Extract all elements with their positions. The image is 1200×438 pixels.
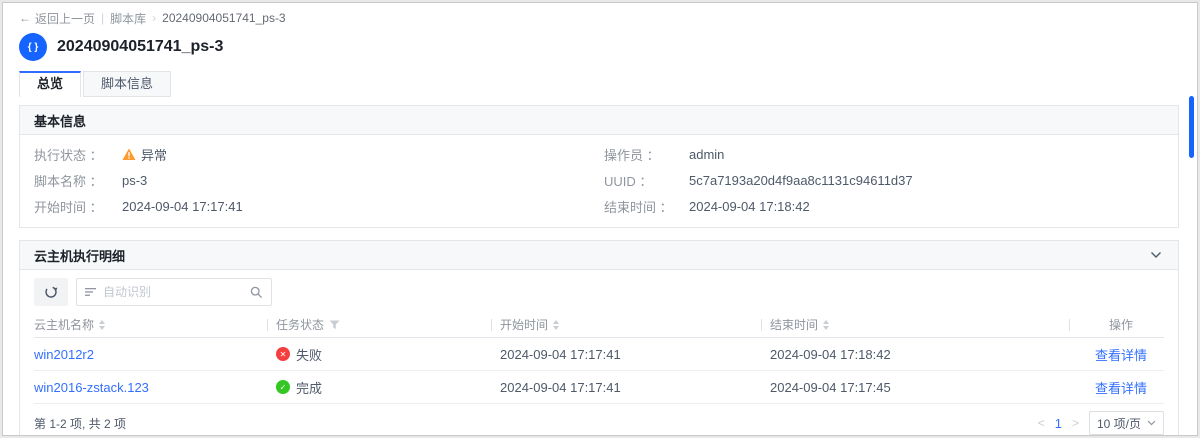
field-uuid: UUID ： 5c7a7193a20d4f9aa8c1131c94611d37 <box>604 167 1164 193</box>
vm-table: 云主机名称 任务状态 开始时间 结束时间 <box>20 312 1178 404</box>
breadcrumb: ← 返回上一页 | 脚本库 › 20240904051741_ps-3 <box>19 9 1179 27</box>
script-name-link[interactable]: ps-3 <box>122 173 147 188</box>
page-size-select[interactable]: 10 项/页 <box>1089 411 1164 435</box>
vm-exec-detail-header: 云主机执行明细 <box>20 241 1178 270</box>
sort-icon[interactable] <box>553 320 559 330</box>
view-details-link[interactable]: 查看详情 <box>1095 381 1147 396</box>
field-end-time: 结束时间 ： 2024-09-04 17:18:42 <box>604 193 1164 219</box>
column-label: 结束时间 <box>770 316 818 333</box>
field-label: 结束时间 ： <box>604 197 689 216</box>
table-header-row: 云主机名称 任务状态 开始时间 结束时间 <box>34 312 1164 338</box>
back-arrow-icon: ← <box>19 11 31 25</box>
column-divider <box>267 319 268 331</box>
back-label: 返回上一页 <box>35 10 95 27</box>
next-page-icon[interactable]: > <box>1072 416 1079 430</box>
prev-page-icon[interactable]: < <box>1038 416 1045 430</box>
search-box <box>76 278 272 306</box>
uuid-value: 5c7a7193a20d4f9aa8c1131c94611d37 <box>689 173 913 188</box>
sort-icon[interactable] <box>823 320 829 330</box>
tab-script-info[interactable]: 脚本信息 <box>83 71 171 97</box>
vm-exec-detail-card: 云主机执行明细 <box>19 240 1179 436</box>
collapse-chevron-down-icon[interactable] <box>1150 251 1162 259</box>
filter-funnel-icon[interactable] <box>329 320 340 330</box>
warning-icon <box>122 148 136 161</box>
field-label: 脚本名称 ： <box>34 171 122 190</box>
basic-info-title: 基本信息 <box>34 111 86 130</box>
vertical-scrollbar-thumb[interactable] <box>1189 96 1194 158</box>
status-badge: ✓ 完成 <box>276 378 500 397</box>
search-input[interactable] <box>103 285 244 299</box>
field-operator: 操作员 ： admin <box>604 141 1164 167</box>
column-label: 开始时间 <box>500 316 548 333</box>
title-row: { } 20240904051741_ps-3 <box>19 32 1179 62</box>
column-header-task-status[interactable]: 任务状态 <box>276 316 500 333</box>
back-button[interactable]: ← 返回上一页 <box>19 10 95 27</box>
column-label: 操作 <box>1109 316 1133 333</box>
table-footer: 第 1-2 项, 共 2 项 < 1 > 10 项/页 <box>20 404 1178 436</box>
tab-overview[interactable]: 总览 <box>19 71 81 97</box>
column-header-end-time[interactable]: 结束时间 <box>770 316 1078 333</box>
refresh-icon <box>44 285 58 299</box>
chevron-down-icon <box>1147 420 1156 426</box>
basic-info-left-column: 执行状态 ： 异常 脚本名称 ： ps-3 开始时间 ： <box>34 141 604 219</box>
pagination: < 1 > 10 项/页 <box>1038 411 1164 435</box>
current-page-number[interactable]: 1 <box>1055 416 1062 431</box>
column-label: 云主机名称 <box>34 316 94 333</box>
basic-info-body: 执行状态 ： 异常 脚本名称 ： ps-3 开始时间 ： <box>20 135 1178 227</box>
status-text: 完成 <box>296 378 322 397</box>
end-time-value: 2024-09-04 17:18:42 <box>689 199 810 214</box>
row-end-time: 2024-09-04 17:18:42 <box>770 347 1078 362</box>
sort-icon[interactable] <box>99 320 105 330</box>
status-text: 失败 <box>296 345 322 364</box>
basic-info-header: 基本信息 <box>20 106 1178 135</box>
vm-name-link[interactable]: win2016-zstack.123 <box>34 380 149 395</box>
column-header-start-time[interactable]: 开始时间 <box>500 316 770 333</box>
basic-info-card: 基本信息 执行状态 ： 异常 脚本名称 ： <box>19 105 1179 228</box>
vm-exec-detail-title: 云主机执行明细 <box>34 246 125 265</box>
page-title: 20240904051741_ps-3 <box>57 38 223 56</box>
breadcrumb-item-current: 20240904051741_ps-3 <box>162 11 285 25</box>
success-icon: ✓ <box>276 380 290 394</box>
operator-value: admin <box>689 147 724 162</box>
column-divider <box>491 319 492 331</box>
page-size-value: 10 项/页 <box>1097 415 1141 432</box>
row-start-time: 2024-09-04 17:17:41 <box>500 380 770 395</box>
status-badge: ✕ 失败 <box>276 345 500 364</box>
row-end-time: 2024-09-04 17:17:45 <box>770 380 1078 395</box>
basic-info-right-column: 操作员 ： admin UUID ： 5c7a7193a20d4f9aa8c11… <box>604 141 1164 219</box>
column-header-vm-name[interactable]: 云主机名称 <box>34 316 276 333</box>
view-details-link[interactable]: 查看详情 <box>1095 348 1147 363</box>
start-time-value: 2024-09-04 17:17:41 <box>122 199 243 214</box>
table-row: win2012r2 ✕ 失败 2024-09-04 17:17:41 2024-… <box>34 338 1164 371</box>
field-script-name: 脚本名称 ： ps-3 <box>34 167 604 193</box>
field-label: 开始时间 ： <box>34 197 122 216</box>
column-divider <box>761 319 762 331</box>
breadcrumb-item-script-library[interactable]: 脚本库 <box>110 10 146 27</box>
breadcrumb-separator: | <box>101 11 104 25</box>
script-braces-icon: { } <box>19 33 47 61</box>
column-header-actions: 操作 <box>1078 316 1164 333</box>
exec-status-value: 异常 <box>141 145 167 164</box>
table-row: win2016-zstack.123 ✓ 完成 2024-09-04 17:17… <box>34 371 1164 404</box>
field-start-time: 开始时间 ： 2024-09-04 17:17:41 <box>34 193 604 219</box>
field-label: UUID ： <box>604 171 689 190</box>
total-count-text: 第 1-2 项, 共 2 项 <box>34 415 126 432</box>
script-detail-page: ← 返回上一页 | 脚本库 › 20240904051741_ps-3 { } … <box>2 2 1198 436</box>
search-icon[interactable] <box>250 286 263 299</box>
field-label: 执行状态 ： <box>34 145 122 164</box>
field-label: 操作员 ： <box>604 145 689 164</box>
breadcrumb-separator: › <box>152 11 156 25</box>
column-label: 任务状态 <box>276 316 324 333</box>
table-toolbar <box>20 270 1178 312</box>
row-start-time: 2024-09-04 17:17:41 <box>500 347 770 362</box>
fail-icon: ✕ <box>276 347 290 361</box>
field-exec-status: 执行状态 ： 异常 <box>34 141 604 167</box>
column-divider <box>1069 319 1070 331</box>
vm-name-link[interactable]: win2012r2 <box>34 347 94 362</box>
filter-lines-icon <box>85 287 97 297</box>
tab-bar: 总览 脚本信息 <box>19 71 1179 97</box>
refresh-button[interactable] <box>34 278 68 306</box>
